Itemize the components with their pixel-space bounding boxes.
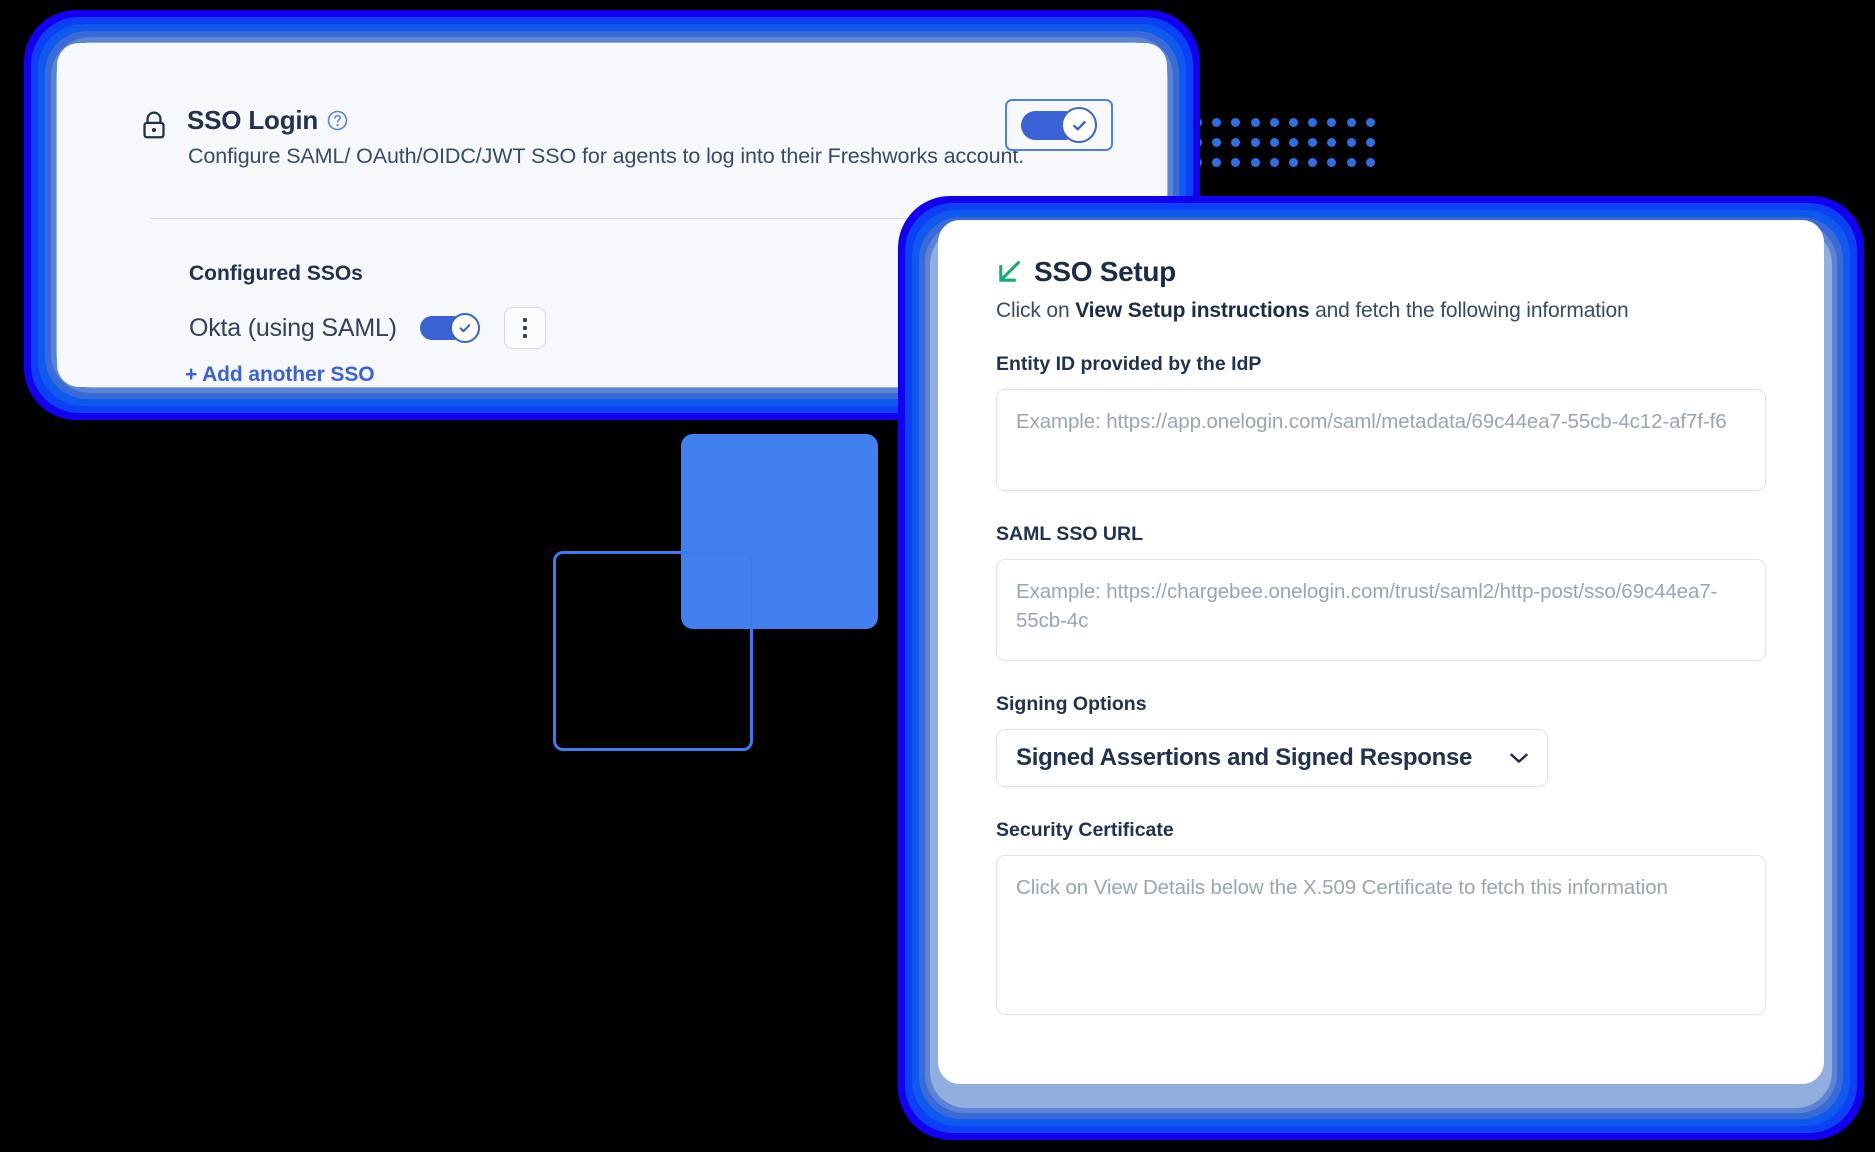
toggle-knob xyxy=(449,313,480,343)
dot-decoration xyxy=(1269,117,1279,127)
kebab-menu-icon[interactable] xyxy=(503,307,546,349)
view-setup-instructions-emphasis: View Setup instructions xyxy=(1075,299,1310,322)
toggle-knob xyxy=(1061,107,1097,143)
sso-login-title-row: SSO Login xyxy=(187,105,348,136)
subtitle-pre: Click on xyxy=(996,299,1076,322)
entity-id-label: Entity ID provided by the IdP xyxy=(996,353,1262,375)
sso-setup-subtitle: Click on View Setup instructions and fet… xyxy=(996,299,1824,323)
dot-decoration xyxy=(1346,117,1356,127)
dot-decoration xyxy=(1346,157,1356,167)
dot-decoration xyxy=(1212,117,1222,127)
dot-decoration xyxy=(1365,117,1375,127)
security-certificate-input[interactable]: Click on View Details below the X.509 Ce… xyxy=(996,855,1766,1015)
dot-decoration xyxy=(1365,157,1375,167)
dot-decoration xyxy=(1231,157,1241,167)
signing-options-value: Signed Assertions and Signed Response xyxy=(1016,744,1473,771)
add-another-sso-link[interactable]: + Add another SSO xyxy=(185,363,375,387)
signing-options-label: Signing Options xyxy=(996,693,1147,715)
dot-decoration xyxy=(1212,137,1222,147)
sso-setup-title: SSO Setup xyxy=(1034,256,1176,287)
check-icon xyxy=(459,324,471,333)
arrow-down-left-icon xyxy=(999,260,1021,282)
sso-setup-card: SSO Setup Click on View Setup instructio… xyxy=(938,220,1824,1084)
signing-options-field-group: Signing Options Signed Assertions and Si… xyxy=(996,693,1766,787)
dot-decoration xyxy=(1250,117,1260,127)
security-certificate-label: Security Certificate xyxy=(996,819,1174,841)
dot-decoration xyxy=(1308,157,1318,167)
entity-id-field-group: Entity ID provided by the IdP Example: h… xyxy=(996,353,1766,491)
outline-square-decoration xyxy=(553,551,753,751)
signing-options-select[interactable]: Signed Assertions and Signed Response xyxy=(996,729,1548,787)
dot-decoration xyxy=(1289,117,1299,127)
dot-decoration xyxy=(1289,137,1299,147)
screenshot-root: SSO Login Configure SAML/ OAuth/OIDC/JWT… xyxy=(0,0,1875,1152)
dot-decoration xyxy=(1327,117,1337,127)
sso-setup-header: SSO Setup xyxy=(996,256,1824,288)
dot-decoration xyxy=(1269,137,1279,147)
dot-decoration xyxy=(1346,137,1356,147)
dot-decoration xyxy=(1212,157,1222,167)
dot-decoration xyxy=(1365,137,1375,147)
sso-provider-name: Okta (using SAML) xyxy=(189,313,397,342)
saml-sso-url-field-group: SAML SSO URL Example: https://chargebee.… xyxy=(996,523,1766,661)
sso-login-toggle[interactable] xyxy=(1005,99,1113,151)
dot-decoration xyxy=(1308,137,1318,147)
dot-decoration xyxy=(1250,157,1260,167)
dot-decoration xyxy=(1250,137,1260,147)
subtitle-post: and fetch the following information xyxy=(1309,299,1629,322)
chevron-down-icon xyxy=(1510,753,1528,763)
lock-icon xyxy=(143,111,165,139)
entity-id-input[interactable]: Example: https://app.onelogin.com/saml/m… xyxy=(996,389,1766,491)
dot-decoration xyxy=(1289,157,1299,167)
dot-grid-decoration xyxy=(1188,112,1380,172)
security-certificate-field-group: Security Certificate Click on View Detai… xyxy=(996,819,1766,1015)
sso-list-item: Okta (using SAML) xyxy=(189,307,546,349)
saml-sso-url-input[interactable]: Example: https://chargebee.onelogin.com/… xyxy=(996,559,1766,661)
dot-decoration xyxy=(1231,117,1241,127)
dot-decoration xyxy=(1231,137,1241,147)
sso-login-subtitle: Configure SAML/ OAuth/OIDC/JWT SSO for a… xyxy=(188,144,1025,168)
dot-decoration xyxy=(1308,117,1318,127)
page-title: SSO Login xyxy=(187,105,319,135)
dot-decoration xyxy=(1269,157,1279,167)
dot-decoration xyxy=(1327,157,1337,167)
help-circle-icon[interactable] xyxy=(327,110,348,131)
dot-decoration xyxy=(1327,137,1337,147)
saml-sso-url-label: SAML SSO URL xyxy=(996,523,1143,545)
check-icon xyxy=(1072,120,1086,130)
sso-provider-toggle[interactable] xyxy=(419,313,480,343)
configured-ssos-heading: Configured SSOs xyxy=(189,262,363,285)
